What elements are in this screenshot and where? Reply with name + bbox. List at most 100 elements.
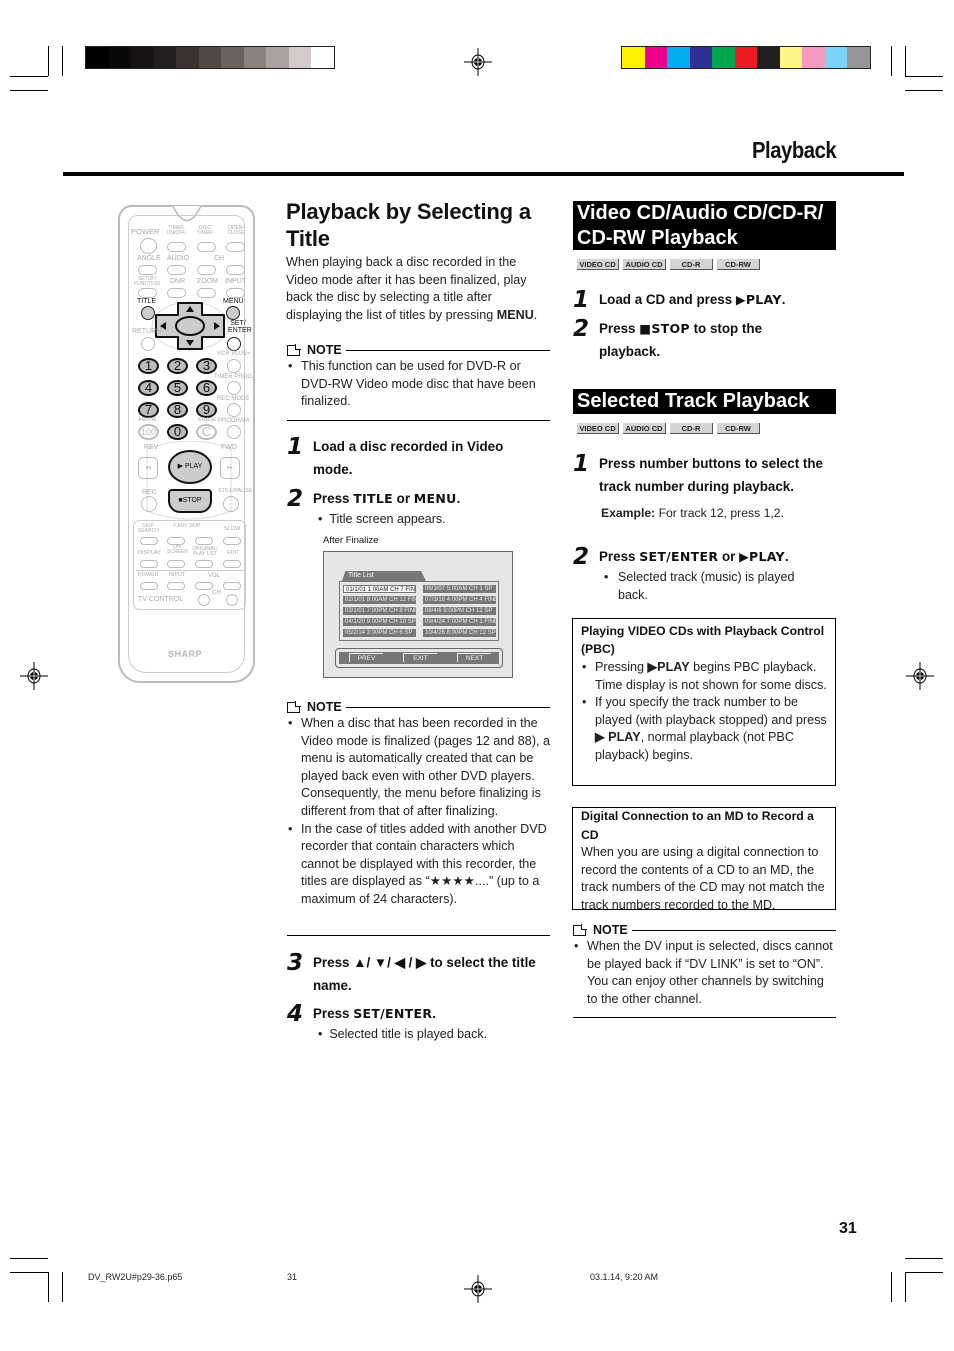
number-button: 7 bbox=[138, 402, 159, 418]
number-button: 5 bbox=[167, 380, 188, 396]
key-stop: ■STOP bbox=[639, 321, 690, 336]
vcr-plus-button bbox=[227, 359, 241, 373]
note-list: When a disc that has been recorded in th… bbox=[287, 715, 550, 909]
intro-key: MENU bbox=[496, 307, 534, 322]
audio-button bbox=[167, 265, 186, 275]
title-list-item[interactable]: 10/4/26 8:00PM CH 12 SP bbox=[423, 629, 496, 637]
tv-ch-down-button bbox=[198, 594, 210, 606]
next-button[interactable]: NEXT bbox=[457, 653, 491, 662]
note-heading: NOTE bbox=[307, 343, 342, 357]
key-set-enter: SET/ENTER bbox=[353, 1006, 433, 1021]
vol-down-button bbox=[195, 582, 213, 590]
ch-up-button bbox=[226, 265, 245, 275]
label-edit: EDIT bbox=[227, 550, 240, 556]
vol-up-button bbox=[223, 582, 241, 590]
label-timer-prog: TIMER PROG. bbox=[214, 374, 254, 380]
playlist-button bbox=[195, 560, 213, 568]
title-list-item[interactable]: 06/3/07 5:00AM CH 1 SP bbox=[423, 585, 496, 593]
track-step-2-bullet: • Selected track (music) is played back. bbox=[604, 570, 795, 602]
color-swatch bbox=[847, 47, 870, 68]
title-list-item[interactable]: 03/1/01 7:00PM CH 8 FINE bbox=[343, 607, 416, 615]
note-item: When the DV input is selected, discs can… bbox=[573, 938, 836, 1008]
md-info-box: Digital Connection to an MD to Record a … bbox=[572, 807, 836, 912]
label-disc-timer: DISC TIMER bbox=[197, 225, 213, 236]
crop-mark bbox=[891, 46, 892, 76]
crop-mark bbox=[10, 1258, 48, 1259]
title-list-item[interactable]: 04/1/20 9:00PM CH 10 SP bbox=[343, 618, 416, 626]
note-heading: NOTE bbox=[593, 923, 628, 937]
example-text: For track 12, press 1,2. bbox=[655, 506, 784, 520]
prev-button[interactable]: PREV bbox=[349, 653, 383, 662]
track-step-1: 1 Press number buttons to select the tra… bbox=[573, 453, 843, 498]
label-set-enter: SET/ ENTER bbox=[228, 320, 252, 334]
play-button: ▶ PLAY bbox=[168, 450, 212, 484]
ch-down-button bbox=[197, 265, 216, 275]
label-tv-input: INPUT bbox=[169, 572, 186, 578]
crop-mark bbox=[62, 1272, 63, 1302]
number-button: 3 bbox=[196, 358, 217, 374]
key-play: ▶ PLAY bbox=[595, 730, 641, 745]
label-fwd: FWD bbox=[221, 444, 237, 451]
title-list-item[interactable]: 02/1/01 8:00AM CH 12 FINE bbox=[343, 596, 416, 604]
pbc-item: If you specify the track number to be pl… bbox=[581, 694, 827, 764]
section-title: Playback bbox=[752, 137, 837, 163]
color-swatch bbox=[198, 47, 221, 68]
crop-mark bbox=[48, 46, 49, 76]
crop-mark bbox=[905, 1258, 943, 1259]
note-item: When a disc that has been recorded in th… bbox=[287, 715, 550, 821]
tv-power-button bbox=[140, 582, 158, 590]
step-number: 1 bbox=[573, 451, 590, 477]
angle-button bbox=[138, 265, 157, 275]
note-end-rule bbox=[287, 420, 550, 421]
screen-caption: After Finalize bbox=[323, 535, 379, 546]
number-button: 2 bbox=[167, 358, 188, 374]
color-swatch bbox=[86, 47, 109, 68]
skip-fwd-button bbox=[195, 537, 213, 545]
pbc-list: Pressing ▶PLAY begins PBC playback. Time… bbox=[581, 659, 827, 765]
color-swatch bbox=[667, 47, 690, 68]
title-list-item[interactable]: 08/4/6 9:00PM CH 12 SP bbox=[423, 607, 496, 615]
crop-mark bbox=[10, 1272, 48, 1273]
step-number: 1 bbox=[573, 287, 590, 313]
crop-mark bbox=[905, 46, 906, 76]
note-block: NOTE When a disc that has been recorded … bbox=[287, 700, 550, 909]
note-icon bbox=[287, 700, 301, 713]
color-swatch bbox=[108, 47, 131, 68]
rec-button bbox=[141, 496, 157, 512]
number-button: 1 bbox=[138, 358, 159, 374]
title-list-item[interactable]: 07/3/18 4:00PM CH 4 FINE bbox=[423, 596, 496, 604]
title-list-item[interactable]: 01/1/01 1:00AM CH 7 FINE bbox=[343, 585, 416, 593]
label-angle: ANGLE bbox=[137, 255, 161, 262]
label-rec: REC bbox=[142, 489, 157, 496]
label-open-close: OPEN/ CLOSE bbox=[227, 225, 245, 236]
intro-paragraph: When playing back a disc recorded in the… bbox=[286, 255, 538, 322]
registration-mark-icon bbox=[906, 662, 934, 690]
label-fadv-skip: F.ADV SKIP bbox=[173, 523, 201, 529]
label-power: POWER bbox=[131, 227, 160, 236]
program-button bbox=[227, 425, 241, 439]
example-line: Example: For track 12, press 1,2. bbox=[601, 506, 784, 520]
label-rec-mode: REC MODE bbox=[217, 396, 250, 402]
label-input: INPUT bbox=[225, 278, 246, 285]
label-audio: AUDIO bbox=[167, 255, 190, 262]
label-tv-control: TV CONTROL bbox=[138, 596, 184, 603]
number-button: 6 bbox=[196, 380, 217, 396]
key-play: ▶PLAY bbox=[739, 549, 785, 564]
label-rev: REV bbox=[144, 444, 159, 451]
crop-mark bbox=[10, 90, 48, 91]
key-menu: MENU bbox=[413, 491, 457, 506]
color-swatch bbox=[734, 47, 757, 68]
title-list-item[interactable]: 09/4/24 7:00PM CH 1 FINE bbox=[423, 618, 496, 626]
label-still-pause: STILL/PAUSE bbox=[218, 488, 253, 494]
open-close-button bbox=[226, 242, 245, 252]
label-display: DISPLAY bbox=[138, 550, 161, 556]
crop-mark bbox=[905, 76, 943, 77]
note-end-rule bbox=[287, 935, 550, 936]
title-list-item[interactable]: 05/2/14 3:00PM CH 6 SP bbox=[343, 629, 416, 637]
section-heading-track-playback: Selected Track Playback bbox=[573, 389, 836, 414]
crop-mark bbox=[905, 1272, 943, 1273]
exit-button[interactable]: EXIT bbox=[403, 653, 437, 662]
color-swatch bbox=[221, 47, 244, 68]
panel-divider bbox=[136, 570, 244, 571]
step-number: 4 bbox=[287, 1001, 304, 1027]
